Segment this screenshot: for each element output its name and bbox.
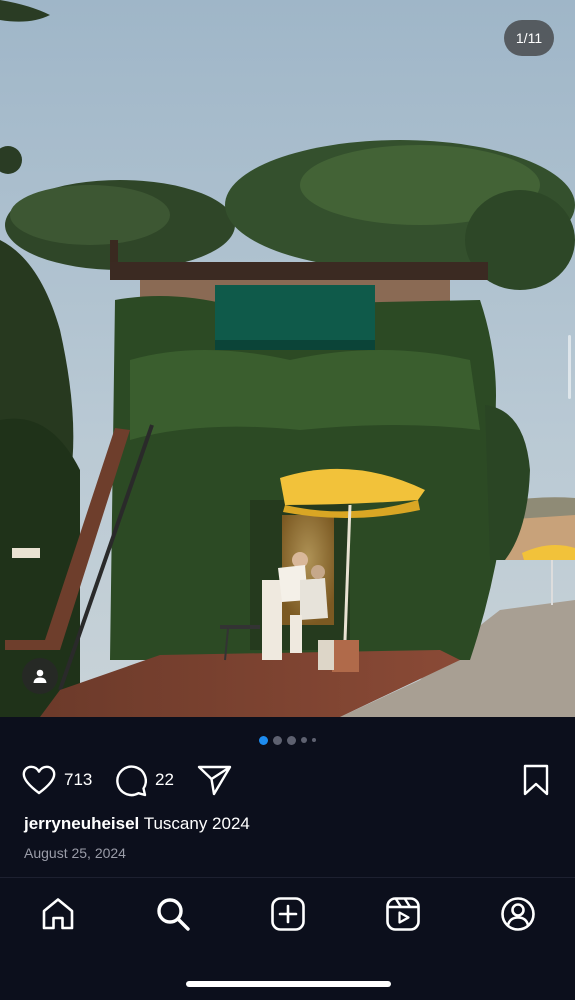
search-icon[interactable] bbox=[155, 896, 191, 932]
scroll-indicator bbox=[568, 335, 571, 399]
tagged-people-button[interactable] bbox=[22, 658, 58, 694]
post-date: August 25, 2024 bbox=[24, 845, 126, 861]
like-action[interactable]: 713 bbox=[22, 759, 92, 801]
home-indicator[interactable] bbox=[186, 981, 391, 987]
profile-icon[interactable] bbox=[500, 896, 536, 932]
carousel-dot bbox=[287, 735, 296, 745]
post-photo[interactable]: 1/11 bbox=[0, 0, 575, 717]
heart-icon[interactable] bbox=[22, 765, 56, 796]
carousel-dot-active bbox=[259, 735, 268, 745]
save-action[interactable] bbox=[522, 759, 550, 801]
image-counter: 1/11 bbox=[504, 20, 554, 56]
reels-icon[interactable] bbox=[385, 896, 421, 932]
bookmark-icon[interactable] bbox=[522, 764, 550, 796]
nav-search[interactable] bbox=[153, 894, 193, 934]
username-link[interactable]: jerryneuheisel bbox=[24, 814, 139, 833]
nav-profile[interactable] bbox=[498, 894, 538, 934]
share-action[interactable] bbox=[197, 759, 232, 801]
carousel-dot bbox=[273, 735, 282, 745]
nav-home[interactable] bbox=[38, 894, 78, 934]
person-icon bbox=[33, 669, 47, 683]
comment-action[interactable]: 22 bbox=[114, 759, 174, 801]
post-actions: 713 22 bbox=[0, 759, 575, 801]
nav-reels[interactable] bbox=[383, 894, 423, 934]
carousel-dots bbox=[0, 735, 575, 745]
like-count: 713 bbox=[64, 770, 93, 789]
comment-count: 22 bbox=[155, 770, 174, 789]
tuscany-photo-illustration bbox=[0, 0, 575, 717]
caption-text: Tuscany 2024 bbox=[143, 814, 250, 833]
bottom-nav bbox=[0, 885, 575, 945]
carousel-dot bbox=[312, 738, 316, 742]
send-icon[interactable] bbox=[197, 764, 232, 796]
comment-icon[interactable] bbox=[114, 764, 147, 797]
create-icon[interactable] bbox=[270, 896, 306, 932]
post-caption: jerryneuheisel Tuscany 2024 bbox=[24, 814, 250, 834]
nav-create[interactable] bbox=[268, 894, 308, 934]
nav-divider bbox=[0, 877, 575, 878]
home-icon[interactable] bbox=[40, 896, 76, 932]
carousel-dot bbox=[301, 737, 307, 743]
